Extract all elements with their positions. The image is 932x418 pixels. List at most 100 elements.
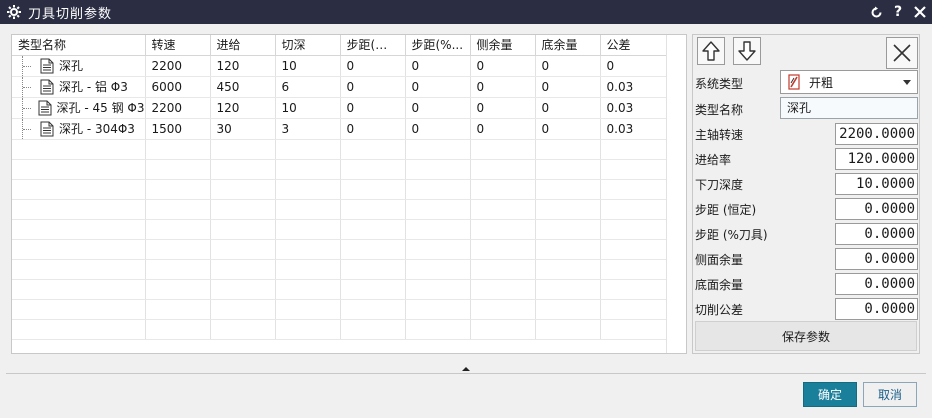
close-icon[interactable]	[912, 4, 928, 20]
table-cell-feed[interactable]: 120	[210, 97, 276, 119]
parameter-table-panel: 类型名称 转速 进给 切深 步距(恒... 步距(%... 侧余量 底余量 公差…	[11, 34, 687, 354]
empty-cell	[340, 179, 406, 200]
step-percent-field[interactable]: 0.0000	[835, 223, 918, 245]
clear-button[interactable]	[886, 37, 918, 69]
table-cell-speed[interactable]: 1500	[145, 118, 211, 140]
table-scroll-area[interactable]	[666, 35, 686, 353]
table-cell-step-const[interactable]: 0	[340, 76, 406, 98]
empty-row	[12, 259, 668, 280]
table-cell-floor-stock[interactable]: 0	[535, 55, 601, 77]
type-name-cell[interactable]: 深孔	[12, 55, 146, 77]
table-cell-step-pct[interactable]: 0	[405, 97, 471, 119]
table-cell-speed[interactable]: 2200	[145, 55, 211, 77]
table-cell-step-pct[interactable]: 0	[405, 55, 471, 77]
table-cell-tolerance[interactable]: 0.03	[600, 76, 668, 98]
table-row[interactable]: 深孔 - 45 钢 Φ3 2200 120 10 0 0 0 0 0.03	[12, 97, 668, 119]
floor-stock-field[interactable]: 0.0000	[835, 273, 918, 295]
table-cell-depth[interactable]: 10	[275, 97, 341, 119]
empty-row	[12, 199, 668, 220]
table-row[interactable]: 深孔 - 304Φ3 1500 30 3 0 0 0 0 0.03	[12, 118, 668, 140]
empty-row	[12, 319, 668, 340]
help-icon[interactable]: ?	[890, 4, 906, 20]
table-cell-feed[interactable]: 120	[210, 55, 276, 77]
system-type-select[interactable]: 开粗	[780, 70, 918, 94]
type-name-text: 深孔 - 45 钢 Φ3	[56, 101, 145, 115]
column-header[interactable]: 类型名称	[12, 35, 146, 56]
column-header[interactable]: 转速	[145, 35, 211, 56]
document-icon	[38, 100, 52, 116]
table-cell-depth[interactable]: 3	[275, 118, 341, 140]
table-cell-floor-stock[interactable]: 0	[535, 76, 601, 98]
table-row[interactable]: 深孔 2200 120 10 0 0 0 0 0	[12, 55, 668, 77]
empty-cell	[275, 139, 341, 160]
column-header[interactable]: 底余量	[535, 35, 601, 56]
type-name-cell[interactable]: 深孔 - 304Φ3	[12, 118, 146, 140]
empty-cell	[145, 259, 211, 280]
table-cell-side-stock[interactable]: 0	[470, 97, 536, 119]
empty-cell	[275, 179, 341, 200]
table-row[interactable]: 深孔 - 铝 Φ3 6000 450 6 0 0 0 0 0.03	[12, 76, 668, 98]
tree-connector	[22, 55, 34, 75]
table-cell-feed[interactable]: 450	[210, 76, 276, 98]
type-name-cell[interactable]: 深孔 - 铝 Φ3	[12, 76, 146, 98]
empty-cell	[12, 179, 146, 200]
empty-cell	[145, 219, 211, 240]
table-header-row: 类型名称 转速 进给 切深 步距(恒... 步距(%... 侧余量 底余量 公差	[12, 35, 668, 56]
chevron-down-icon	[903, 80, 911, 85]
table-cell-step-const[interactable]: 0	[340, 97, 406, 119]
table-cell-tolerance[interactable]: 0.03	[600, 97, 668, 119]
save-params-button[interactable]: 保存参数	[695, 321, 917, 351]
document-icon	[40, 79, 54, 95]
table-cell-speed[interactable]: 2200	[145, 97, 211, 119]
table-cell-side-stock[interactable]: 0	[470, 55, 536, 77]
table-cell-floor-stock[interactable]: 0	[535, 97, 601, 119]
tree-connector	[22, 97, 32, 117]
column-header[interactable]: 进给	[210, 35, 276, 56]
column-header[interactable]: 切深	[275, 35, 341, 56]
empty-cell	[210, 159, 276, 180]
spindle-speed-field[interactable]: 2200.0000	[835, 123, 918, 145]
empty-cell	[535, 239, 601, 260]
table-cell-step-pct[interactable]: 0	[405, 76, 471, 98]
table-cell-feed[interactable]: 30	[210, 118, 276, 140]
reset-icon[interactable]	[868, 4, 884, 20]
ok-button[interactable]: 确定	[803, 382, 857, 407]
column-header[interactable]: 步距(恒...	[340, 35, 406, 56]
column-header[interactable]: 侧余量	[470, 35, 536, 56]
type-name-field[interactable]: 深孔	[780, 97, 918, 119]
side-stock-field[interactable]: 0.0000	[835, 248, 918, 270]
cut-tolerance-field[interactable]: 0.0000	[835, 298, 918, 320]
table-cell-side-stock[interactable]: 0	[470, 118, 536, 140]
empty-cell	[12, 259, 146, 280]
column-header[interactable]: 公差	[600, 35, 668, 56]
empty-cell	[470, 199, 536, 220]
empty-cell	[12, 219, 146, 240]
table-cell-floor-stock[interactable]: 0	[535, 118, 601, 140]
cut-depth-field[interactable]: 10.0000	[835, 173, 918, 195]
column-header[interactable]: 步距(%...	[405, 35, 471, 56]
empty-cell	[210, 179, 276, 200]
arrow-down-icon	[738, 41, 756, 61]
table-cell-step-pct[interactable]: 0	[405, 118, 471, 140]
table-cell-speed[interactable]: 6000	[145, 76, 211, 98]
document-icon	[40, 121, 54, 137]
empty-cell	[12, 199, 146, 220]
table-cell-side-stock[interactable]: 0	[470, 76, 536, 98]
type-name-cell[interactable]: 深孔 - 45 钢 Φ3	[12, 97, 146, 119]
table-cell-depth[interactable]: 6	[275, 76, 341, 98]
table-cell-tolerance[interactable]: 0	[600, 55, 668, 77]
move-up-button[interactable]	[697, 37, 725, 65]
floor-stock-label: 底面余量	[695, 278, 744, 292]
table-cell-step-const[interactable]: 0	[340, 118, 406, 140]
step-percent-label: 步距 (%刀具)	[695, 228, 768, 242]
empty-cell	[275, 279, 341, 300]
table-cell-step-const[interactable]: 0	[340, 55, 406, 77]
table-cell-tolerance[interactable]: 0.03	[600, 118, 668, 140]
collapse-arrow-icon[interactable]	[460, 362, 472, 371]
empty-cell	[340, 219, 406, 240]
table-cell-depth[interactable]: 10	[275, 55, 341, 77]
cancel-button[interactable]: 取消	[863, 382, 917, 407]
step-constant-field[interactable]: 0.0000	[835, 198, 918, 220]
feed-rate-field[interactable]: 120.0000	[835, 148, 918, 170]
move-down-button[interactable]	[733, 37, 761, 65]
